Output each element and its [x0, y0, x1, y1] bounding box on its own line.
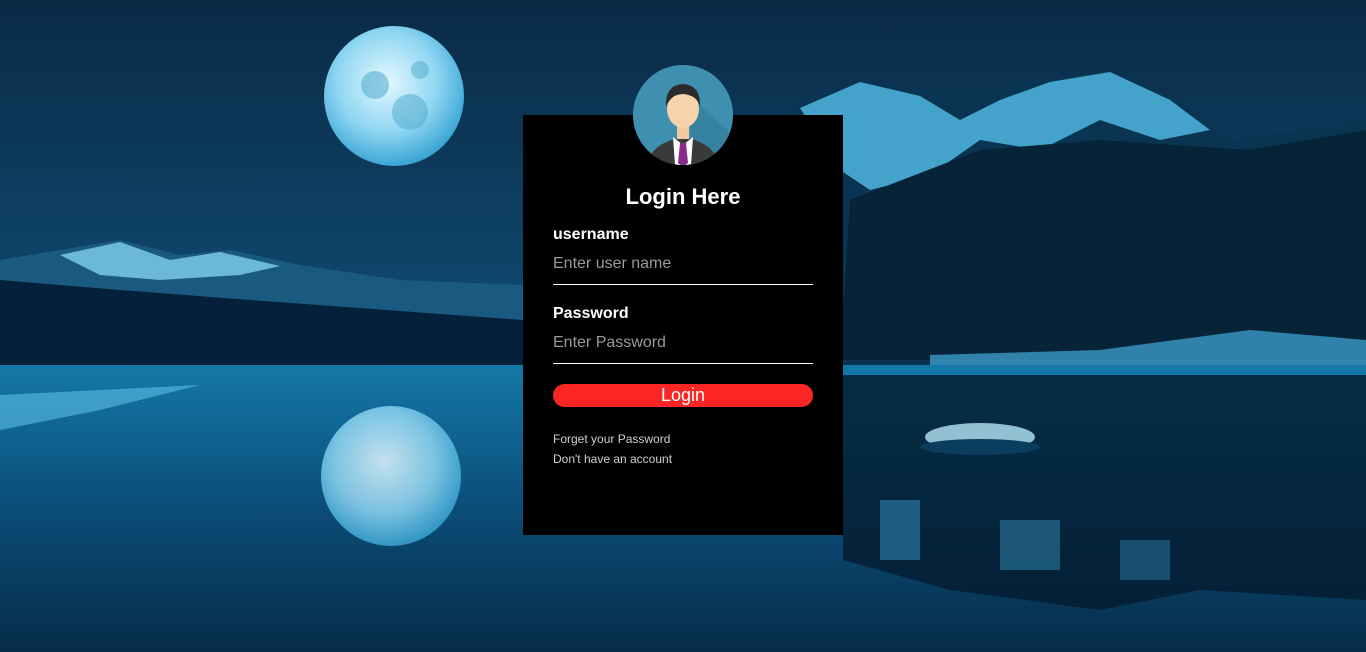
password-label: Password: [553, 305, 629, 322]
username-label: username: [553, 226, 629, 243]
login-form-panel: Login Here username Password Login Forge…: [523, 115, 843, 535]
password-input[interactable]: [553, 323, 813, 364]
auth-links: Forget your Password Don't have an accou…: [553, 429, 813, 469]
login-button[interactable]: Login: [553, 384, 813, 407]
forgot-password-link[interactable]: Forget your Password: [553, 429, 813, 449]
username-input[interactable]: [553, 244, 813, 285]
login-title: Login Here: [625, 184, 741, 209]
signup-link[interactable]: Don't have an account: [553, 449, 813, 469]
user-avatar-icon: [633, 65, 733, 165]
